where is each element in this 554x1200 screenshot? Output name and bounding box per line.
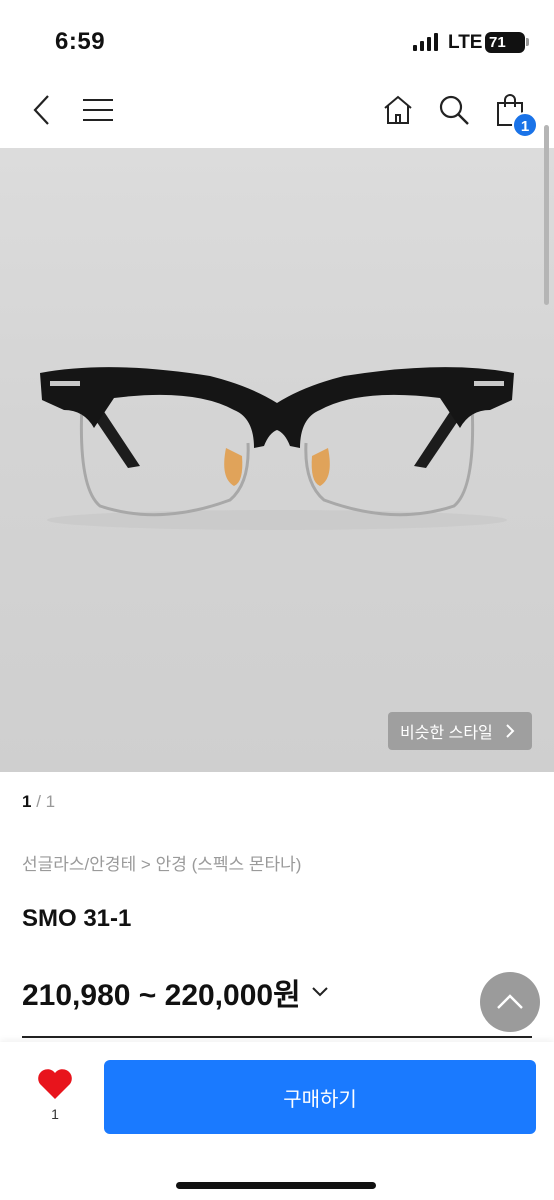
- signal-icon: [413, 33, 438, 51]
- breadcrumb[interactable]: 선글라스/안경테 > 안경 (스펙스 몬타나): [22, 850, 301, 875]
- battery-icon: 71: [485, 32, 525, 53]
- search-button[interactable]: [432, 88, 476, 132]
- status-time: 6:59: [55, 28, 106, 55]
- bottom-action-bar: 1 구매하기: [0, 1042, 554, 1200]
- similar-style-button[interactable]: 비슷한 스타일: [388, 712, 532, 750]
- page-current: 1: [22, 792, 32, 811]
- home-icon: [384, 95, 412, 124]
- chevron-down-icon: [311, 987, 328, 997]
- similar-style-label: 비슷한 스타일: [400, 725, 493, 742]
- cart-count-badge: 1: [512, 112, 538, 138]
- scroll-indicator: [544, 125, 549, 305]
- product-image[interactable]: [0, 148, 554, 772]
- image-page-counter: 1 / 1: [22, 792, 56, 811]
- price-selector[interactable]: 210,980 ~ 220,000원: [22, 970, 329, 1014]
- like-count: 1: [51, 1106, 59, 1122]
- search-icon: [439, 95, 469, 125]
- back-icon: [33, 95, 49, 125]
- battery-level: 71: [489, 34, 506, 51]
- arrow-up-icon: [497, 994, 523, 1009]
- menu-icon: [83, 99, 113, 121]
- menu-button[interactable]: [76, 88, 120, 132]
- buy-button[interactable]: 구매하기: [104, 1060, 536, 1134]
- battery-cap: [526, 38, 529, 46]
- nav-bar: [0, 88, 554, 148]
- price-range: 210,980 ~ 220,000원: [22, 979, 301, 1012]
- product-name: SMO 31-1: [22, 905, 132, 932]
- chevron-right-icon: [506, 724, 515, 738]
- scroll-to-top-button[interactable]: [480, 972, 540, 1032]
- like-button[interactable]: 1: [30, 1068, 80, 1134]
- home-indicator: [176, 1182, 376, 1189]
- status-bar: 6:59 LTE 71: [0, 0, 554, 88]
- home-button[interactable]: [376, 88, 420, 132]
- page-total: 1: [45, 792, 56, 811]
- heart-icon: [38, 1069, 72, 1099]
- network-type: LTE: [448, 32, 483, 53]
- glasses-image: [40, 367, 514, 530]
- back-button[interactable]: [20, 88, 64, 132]
- divider: [22, 1036, 532, 1038]
